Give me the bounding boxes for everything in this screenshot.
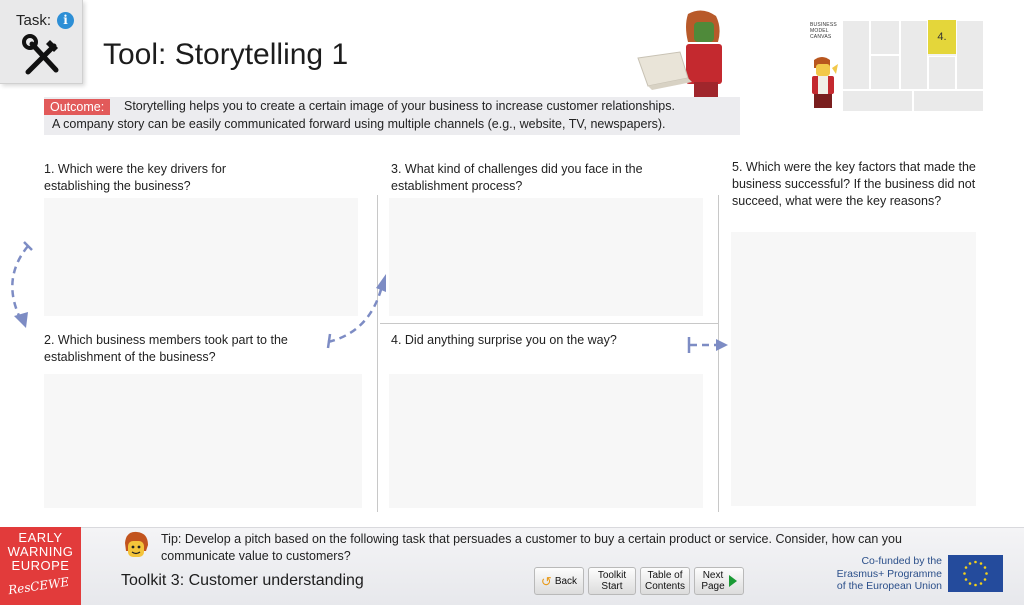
tip-text: Tip: Develop a pitch based on the follow… [161,532,902,563]
bmc-highlight-block: 4. [928,20,956,54]
outcome-text-line1: Storytelling helps you to create a certa… [124,99,675,113]
bmc-grid [842,20,984,112]
eu-flag-icon [948,555,1003,592]
column-divider [377,195,378,512]
answer-box-4[interactable] [389,374,703,508]
play-arrow-icon [728,575,737,587]
outcome-text-line2: A company story can be easily communicat… [52,117,666,131]
flow-arrow-right-icon [687,337,728,353]
question-5: 5. Which were the key factors that made … [732,160,976,208]
answer-box-2[interactable] [44,374,362,508]
lego-figure-mini-image [812,57,838,108]
answer-box-5[interactable] [731,232,976,506]
flow-arrow-left-icon [11,241,33,328]
cofunded-text: Co-funded by the Erasmus+ Programme of t… [836,555,942,592]
question-2: 2. Which business members took part to t… [44,333,288,364]
bmc-label: BUSINESS MODEL CANVAS [810,22,837,40]
question-1: 1. Which were the key drivers for establ… [44,162,227,193]
outcome-box: Outcome: Storytelling helps you to creat… [44,97,740,135]
lego-face-tip-icon [125,531,148,557]
task-label: Task: [16,12,52,29]
task-badge[interactable]: Task: i [0,0,83,84]
back-button[interactable]: ↺ Back [534,567,584,595]
flow-arrow-middle-icon [326,274,386,349]
info-icon[interactable]: i [57,12,74,29]
tools-icon [22,34,59,75]
lego-figure-laptop-image [637,10,722,98]
answer-box-1[interactable] [44,198,358,316]
outcome-tag: Outcome: [44,99,111,115]
back-arrow-icon: ↺ [540,573,552,589]
answer-box-3[interactable] [389,198,703,316]
question-4: 4. Did anything surprise you on the way? [391,333,617,347]
toolkit-label: Toolkit 3: Customer understanding [121,572,364,589]
table-of-contents-button[interactable]: Table of Contents [640,567,690,595]
page-title: Tool: Storytelling 1 [103,38,349,71]
toolkit-start-button[interactable]: Toolkit Start [588,567,636,595]
row-divider [380,323,718,324]
next-page-button[interactable]: Next Page [694,567,744,595]
question-3: 3. What kind of challenges did you face … [391,162,643,193]
early-warning-europe-logo: EARLY WARNING EUROPE ResCEWE [0,527,81,605]
